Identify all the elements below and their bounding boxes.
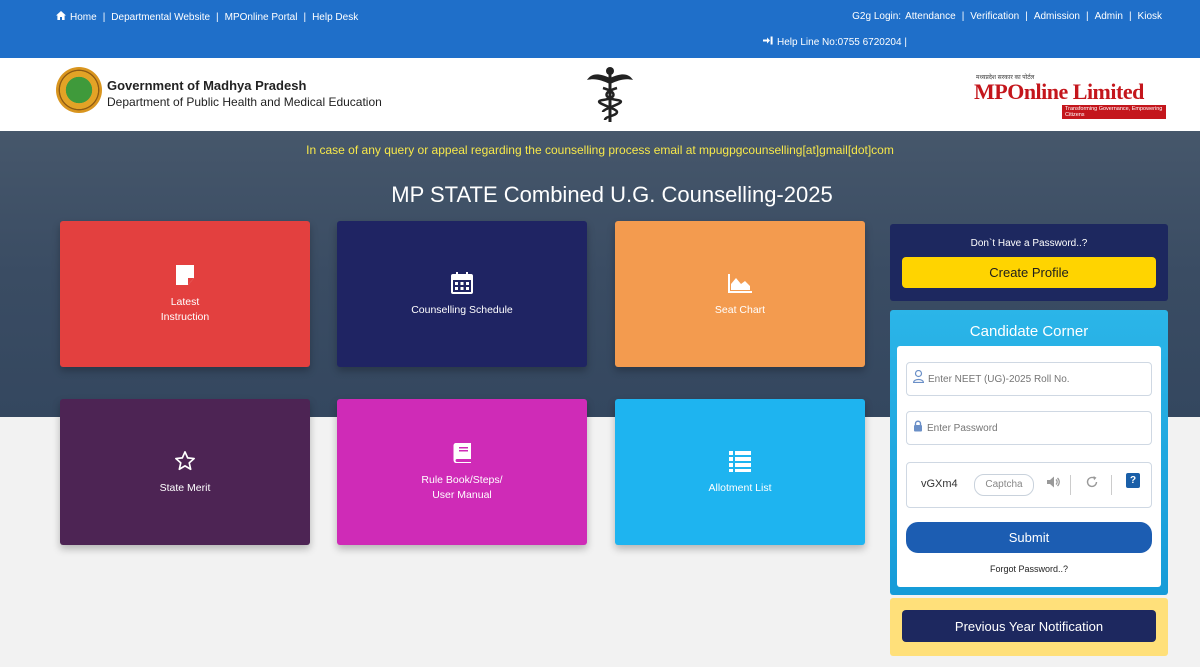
separator: | [1128,11,1132,22]
separator: | [102,11,106,23]
submit-button[interactable]: Submit [906,522,1152,553]
roll-number-field[interactable] [906,362,1152,396]
tile-latest-instruction[interactable]: Latest Instruction [60,221,310,367]
tile-label: State Merit [159,481,211,494]
tile-allotment-list[interactable]: Allotment List [615,399,865,545]
password-field[interactable] [906,411,1152,445]
tile-label: Seat Chart [714,303,766,316]
home-icon [56,11,66,23]
divider [1070,475,1071,495]
attendance-link[interactable]: Attendance [905,11,956,22]
kiosk-link[interactable]: Kiosk [1138,11,1162,22]
page-title: MP STATE Combined U.G. Counselling-2025 [391,182,833,207]
candidate-corner-panel: Candidate Corner vGXm4 Captcha ? [890,310,1168,595]
previous-year-notification-button[interactable]: Previous Year Notification [902,610,1156,642]
helpline-text: Help Line No:0755 6720204 | [777,36,907,48]
candidate-corner-title: Candidate Corner [969,323,1089,340]
tile-rule-book[interactable]: Rule Book/Steps/ User Manual [337,399,587,545]
mponline-logo: मध्यप्रदेश सरकार का पोर्टल MPOnline Limi… [974,73,1166,119]
sign-in-icon [763,36,773,48]
helpline: Help Line No:0755 6720204 | [763,36,907,48]
separator: | [303,11,307,23]
login-form: vGXm4 Captcha ? Submit Forgot Password..… [897,346,1161,587]
top-links-left: Home | Departmental Website | MPOnline P… [56,11,358,23]
speaker-icon[interactable] [1046,475,1060,494]
help-desk-link[interactable]: Help Desk [312,12,358,23]
create-profile-button[interactable]: Create Profile [902,257,1156,288]
departmental-website-link[interactable]: Departmental Website [111,12,210,23]
lock-icon [913,419,923,437]
g2g-label: G2g Login: [852,11,902,22]
create-profile-panel: Don`t Have a Password..? Create Profile [890,224,1168,301]
admin-link[interactable]: Admin [1095,11,1123,22]
roll-number-input[interactable] [928,373,1138,385]
help-icon[interactable]: ? [1126,473,1140,488]
tile-seat-chart[interactable]: Seat Chart [615,221,865,367]
email-notice: In case of any query or appeal regarding… [306,143,894,157]
forgot-password-link[interactable]: Forgot Password..? [897,564,1161,574]
no-password-question: Don`t Have a Password..? [970,238,1088,249]
mponline-name: MPOnline Limited [974,79,1144,104]
admission-link[interactable]: Admission [1034,11,1080,22]
refresh-icon[interactable] [1085,475,1099,494]
tile-counselling-schedule[interactable]: Counselling Schedule [337,221,587,367]
verification-link[interactable]: Verification [970,11,1019,22]
gov-line2: Department of Public Health and Medical … [107,95,382,109]
separator: | [1085,11,1089,22]
tile-label: Counselling Schedule [411,303,513,316]
tile-state-merit[interactable]: State Merit [60,399,310,545]
book-icon [452,441,472,465]
top-bar: Home | Departmental Website | MPOnline P… [0,0,1200,58]
captcha-row: vGXm4 Captcha ? [906,462,1152,508]
site-header: Government of Madhya Pradesh Department … [0,58,1200,131]
separator: | [961,11,965,22]
previous-year-panel: Previous Year Notification [890,598,1168,656]
calendar-icon [451,271,473,295]
captcha-code: vGXm4 [921,478,958,490]
tile-label: Allotment List [708,481,772,494]
captcha-input[interactable]: Captcha [974,474,1034,496]
government-title: Government of Madhya Pradesh Department … [107,78,382,109]
user-icon [912,369,925,388]
gov-line1: Government of Madhya Pradesh [107,78,307,93]
list-icon [729,449,751,473]
note-icon [175,263,195,287]
top-links-right: G2g Login: Attendance | Verification | A… [852,11,1162,22]
tile-label: Rule Book/Steps/ User Manual [421,474,503,501]
separator: | [216,11,219,23]
mponline-tagline: Transforming Governance, Empowering Citi… [1062,105,1166,119]
divider [1111,475,1112,495]
area-chart-icon [727,271,753,295]
mponline-portal-link[interactable]: MPOnline Portal [225,12,298,23]
separator: | [1025,11,1028,22]
star-icon [174,449,196,473]
caduceus-icon [587,66,633,124]
tile-label: Latest Instruction [160,296,210,323]
password-input[interactable] [927,422,1137,434]
mp-emblem-logo [56,67,102,113]
home-link[interactable]: Home [70,12,97,23]
